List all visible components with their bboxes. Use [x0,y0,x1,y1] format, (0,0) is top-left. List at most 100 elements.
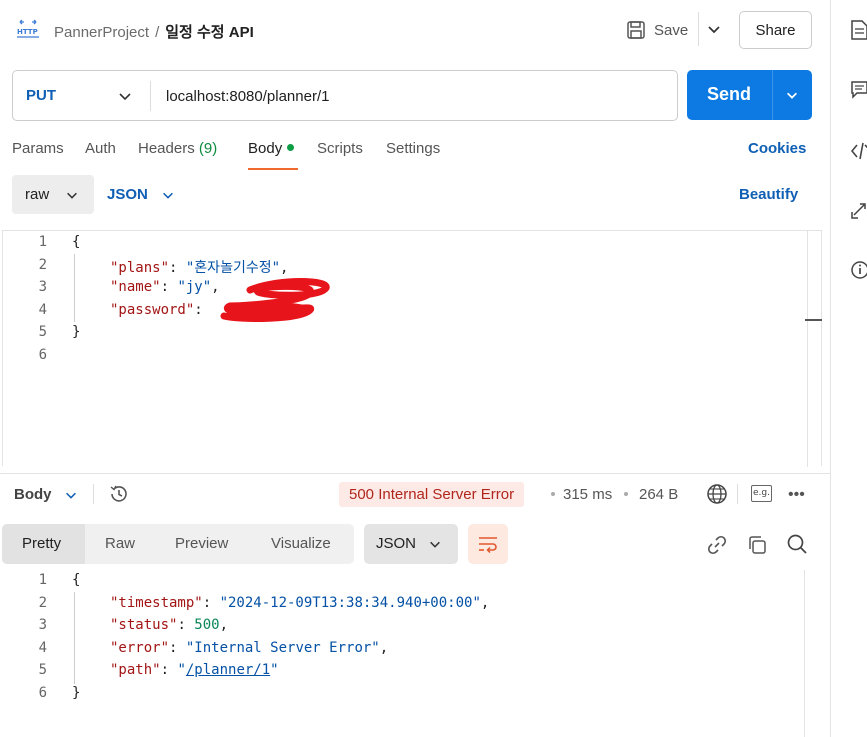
tab-body-label: Body [248,140,283,157]
code-line: "plans": "혼자놀기수정", [110,260,289,276]
editor-scrollbar-track[interactable] [807,231,808,467]
json-key: "plans" [110,260,170,276]
code-line: "password": [110,302,203,318]
line-number: 3 [38,617,47,633]
code-line: } [72,324,81,340]
path-link[interactable]: /planner/1 [186,662,270,678]
documentation-icon[interactable] [851,20,867,40]
wrap-lines-icon [479,537,497,553]
beautify-button[interactable]: Beautify [739,186,798,203]
tab-preview[interactable]: Preview [175,535,228,552]
tab-headers-label: Headers [138,140,195,157]
response-format-label: JSON [376,535,417,552]
tab-settings[interactable]: Settings [386,140,440,157]
code-line: "status": 500, [110,617,229,633]
line-number: 6 [38,685,47,701]
line-number: 2 [38,257,47,273]
body-format-select[interactable]: JSON [107,186,148,203]
line-number: 2 [38,595,47,611]
active-tab-underline [248,168,298,170]
wrap-lines-button[interactable] [468,524,508,564]
code-line: "name": "jy", [110,279,220,295]
separator-dot [551,492,555,496]
tab-scripts[interactable]: Scripts [317,140,363,157]
body-mode-select[interactable]: raw [12,175,94,214]
tab-pretty[interactable]: Pretty [22,535,61,552]
response-scrollbar-track[interactable] [804,570,805,737]
line-number: 6 [38,347,47,363]
url-input[interactable] [166,85,666,107]
comments-icon[interactable] [851,80,867,100]
tab-raw[interactable]: Raw [105,535,135,552]
search-icon[interactable] [786,533,808,555]
json-key: "timestamp" [110,595,203,611]
code-line: { [72,234,81,250]
tab-body[interactable]: Body [248,140,295,157]
json-value-quote: " [177,662,186,678]
json-value: 500 [194,617,220,633]
status-badge[interactable]: 500 Internal Server Error [339,482,525,507]
tab-visualize[interactable]: Visualize [271,535,331,552]
cookies-link[interactable]: Cookies [748,140,806,157]
line-number: 4 [38,302,47,318]
json-value-quote: " [270,662,279,678]
chevron-down-icon[interactable] [64,488,78,502]
breadcrumb-separator: / [155,24,160,41]
copy-icon[interactable] [746,534,768,556]
code-icon[interactable] [851,142,867,160]
tab-headers[interactable]: Headers (9) [138,140,217,157]
line-number: 1 [38,234,47,250]
save-button[interactable]: Save [626,16,688,44]
line-number: 1 [38,572,47,588]
related-collections-icon[interactable] [851,200,867,220]
tab-auth[interactable]: Auth [85,140,116,157]
response-section-select[interactable]: Body [14,486,52,503]
link-icon[interactable] [706,534,728,556]
response-time[interactable]: 315 ms [563,486,612,503]
code-line: "error": "Internal Server Error", [110,640,389,656]
separator-dot [624,492,628,496]
header: HTTP PannerProject / 일정 수정 API Save Share [0,0,830,62]
http-icon: HTTP [17,19,39,38]
headers-count: (9) [198,140,218,157]
request-title[interactable]: 일정 수정 API [165,24,254,41]
save-as-example-icon[interactable]: e.g. [751,485,772,502]
line-number: 5 [38,324,47,340]
json-value: "2024-12-09T13:38:34.940+00:00" [219,595,481,611]
panel-divider[interactable] [0,473,830,474]
chevron-down-icon[interactable] [117,88,133,104]
json-key: "path" [110,662,161,678]
save-icon [627,21,645,39]
response-format-select[interactable]: JSON [364,524,458,564]
response-view-tabs: Pretty Raw Preview Visualize [2,524,354,564]
divider [93,484,94,504]
body-mode-label: raw [25,186,50,203]
history-icon[interactable] [108,483,130,505]
breadcrumb-project[interactable]: PannerProject [54,24,149,41]
send-options-chevron-icon[interactable] [785,88,799,102]
send-label: Send [707,84,752,104]
chevron-down-icon [67,192,77,199]
tab-params[interactable]: Params [12,140,64,157]
code-line: "path": "/planner/1" [110,662,279,678]
json-value: "jy" [177,279,212,295]
json-key: "error" [110,640,170,656]
method-select[interactable]: PUT [26,87,56,104]
send-button[interactable]: Send [687,70,812,120]
save-label: Save [654,21,689,39]
response-size[interactable]: 264 B [639,486,678,503]
info-icon[interactable] [851,260,867,280]
body-indicator-dot [287,144,295,151]
more-options-icon[interactable]: ••• [788,486,805,504]
divider [150,81,151,111]
save-options-chevron-icon[interactable] [706,21,722,37]
editor-scroll-marker [805,319,822,321]
share-button[interactable]: Share [739,11,812,49]
json-value: "혼자놀기수정" [185,260,281,276]
divider [698,12,699,46]
json-key: "name" [110,279,161,295]
chevron-down-icon[interactable] [161,188,175,202]
divider [737,484,738,504]
globe-icon[interactable] [706,483,728,505]
indent-guide [74,254,75,322]
